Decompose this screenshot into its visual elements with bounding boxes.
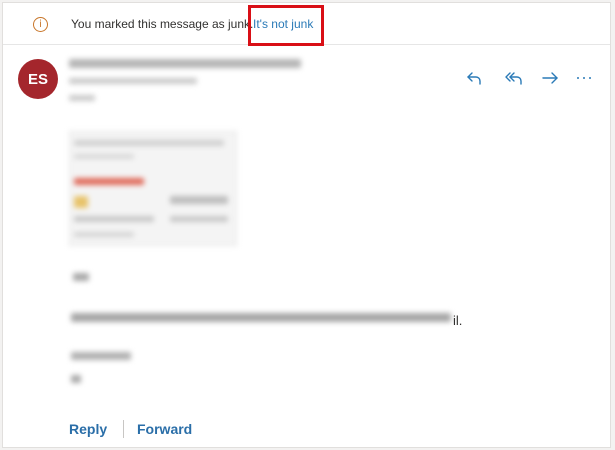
info-icon: i	[33, 17, 48, 32]
highlight-box	[248, 5, 324, 46]
embedded-line	[74, 140, 224, 146]
embedded-line	[170, 216, 228, 222]
embedded-line	[74, 154, 134, 159]
body-visible-tail: il.	[453, 313, 463, 328]
sender-avatar[interactable]: ES	[18, 59, 58, 99]
recipient-line-blurred	[69, 78, 197, 84]
embedded-line	[170, 196, 228, 204]
embedded-image-blurred	[69, 131, 237, 246]
embedded-line	[74, 232, 134, 237]
date-line-blurred	[69, 95, 95, 101]
message-reading-pane: i You marked this message as junk. It's …	[2, 2, 611, 448]
signoff-blurred	[71, 352, 131, 360]
embedded-highlight	[74, 178, 144, 185]
reply-button[interactable]: Reply	[69, 421, 107, 437]
body-line-blurred	[71, 313, 451, 322]
greeting-blurred	[73, 273, 89, 281]
forward-icon[interactable]	[537, 65, 563, 91]
signature-blurred	[71, 375, 81, 383]
embedded-line	[74, 216, 154, 222]
embedded-icon	[74, 196, 88, 208]
more-icon[interactable]	[571, 65, 597, 91]
reply-icon[interactable]	[461, 65, 487, 91]
forward-button[interactable]: Forward	[137, 421, 192, 437]
footer-divider	[123, 420, 124, 438]
junk-info-bar: i You marked this message as junk. It's …	[3, 3, 610, 46]
reply-all-icon[interactable]	[501, 65, 527, 91]
junk-message-text: You marked this message as junk.	[71, 17, 254, 31]
sender-name-blurred	[69, 59, 301, 68]
